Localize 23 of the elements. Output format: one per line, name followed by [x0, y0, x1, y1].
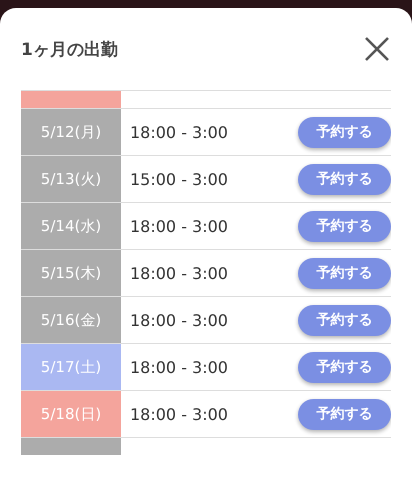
shift-hours: 18:00 - 3:00	[129, 404, 229, 424]
date-cell: 5/12(月)	[21, 109, 121, 155]
reserve-button[interactable]: 予約する	[298, 116, 391, 148]
date-cell: 5/14(水)	[21, 203, 121, 249]
reserve-button[interactable]: 予約する	[298, 210, 391, 242]
shift-hours: 18:00 - 3:00	[129, 216, 229, 236]
shift-hours: 15:00 - 3:00	[129, 170, 229, 188]
shift-hours: 18:00 - 3:00	[129, 358, 229, 376]
shift-hours: 18:00 - 3:00	[129, 122, 229, 142]
date-cell: 5/15(木)	[21, 250, 121, 296]
date-cell: 5/17(土)	[21, 344, 121, 390]
date-cell: 5/18(日)	[21, 391, 121, 437]
reserve-button[interactable]: 予約する	[298, 304, 391, 336]
date-cell: 5/13(火)	[21, 156, 121, 202]
reserve-button[interactable]: 予約する	[298, 352, 391, 382]
close-icon[interactable]	[365, 37, 389, 61]
reserve-button[interactable]: 予約する	[298, 258, 391, 288]
shift-hours: 18:00 - 3:00	[129, 264, 229, 282]
shift-hours: 18:00 - 3:00	[129, 310, 229, 330]
date-cell: 5/16(金)	[21, 297, 121, 343]
modal-title: 1ヶ月の出勤	[21, 38, 118, 60]
reserve-button[interactable]: 予約する	[298, 164, 391, 194]
reserve-button[interactable]: 予約する	[298, 398, 391, 430]
